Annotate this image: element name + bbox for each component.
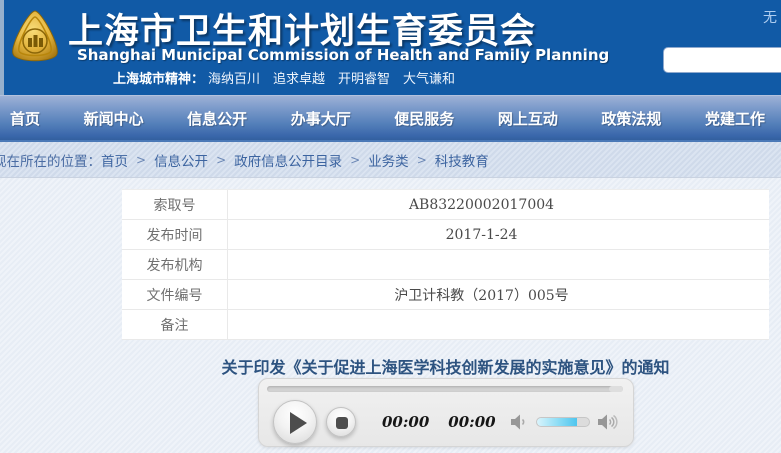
breadcrumb-separator: >: [216, 153, 226, 167]
breadcrumb-link-home[interactable]: 首页: [101, 150, 128, 170]
breadcrumb: 现在所在的位置： 首页 > 信息公开 > 政府信息公开目录 > 业务类 > 科技…: [0, 140, 781, 178]
volume-slider[interactable]: [536, 417, 590, 427]
field-value: 沪卫计科教（2017）005号: [228, 280, 769, 309]
play-button[interactable]: [273, 400, 317, 444]
audio-player: 00:00 00:00: [258, 378, 634, 447]
city-spirit-line: 上海城市精神： 海纳百川 追求卓越 开明睿智 大气谦和: [113, 68, 455, 87]
table-row: 发布时间 2017-1-24: [122, 220, 769, 250]
breadcrumb-link-sci-tech-education[interactable]: 科技教育: [435, 150, 489, 170]
nav-item-service-hall[interactable]: 办事大厅: [291, 108, 351, 129]
field-label: 发布机构: [122, 250, 228, 279]
city-spirit-label: 上海城市精神：: [113, 72, 204, 87]
breadcrumb-label: 现在所在的位置：: [0, 150, 101, 170]
breadcrumb-link-info-disclosure[interactable]: 信息公开: [154, 150, 208, 170]
nav-item-policies-regulations[interactable]: 政策法规: [601, 108, 661, 129]
search-box: [663, 47, 781, 73]
field-label: 备注: [122, 310, 228, 339]
site-header: 上海市卫生和计划生育委员会 Shanghai Municipal Commiss…: [0, 0, 781, 95]
field-label: 发布时间: [122, 220, 228, 249]
table-row: 发布机构: [122, 250, 769, 280]
breadcrumb-separator: >: [417, 153, 427, 167]
table-row: 索取号 AB83220002017004: [122, 190, 769, 220]
nav-item-home[interactable]: 首页: [10, 108, 40, 129]
stop-icon: [336, 417, 348, 429]
field-label: 文件编号: [122, 280, 228, 309]
player-controls: 00:00 00:00: [259, 397, 633, 446]
page-root: 上海市卫生和计划生育委员会 Shanghai Municipal Commiss…: [0, 0, 781, 453]
field-value: [228, 250, 769, 279]
field-value: AB83220002017004: [228, 190, 769, 219]
left-edge-strip: [0, 0, 4, 95]
document-title: 关于印发《关于促进上海医学科技创新发展的实施意见》的通知: [122, 354, 769, 378]
main-nav: 首页 新闻中心 信息公开 办事大厅 便民服务 网上互动 政策法规 党建工作: [0, 95, 781, 140]
breadcrumb-link-gov-info-catalog[interactable]: 政府信息公开目录: [234, 150, 342, 170]
nav-item-party-building[interactable]: 党建工作: [705, 108, 765, 129]
nav-item-convenient-services[interactable]: 便民服务: [394, 108, 454, 129]
org-logo-icon[interactable]: [7, 8, 63, 66]
nav-item-news-center[interactable]: 新闻中心: [84, 108, 144, 129]
nav-item-info-disclosure[interactable]: 信息公开: [187, 108, 247, 129]
field-label: 索取号: [122, 190, 228, 219]
document-info-table: 索取号 AB83220002017004 发布时间 2017-1-24 发布机构…: [122, 189, 769, 340]
field-value: 2017-1-24: [228, 220, 769, 249]
volume-high-icon[interactable]: [597, 414, 619, 430]
volume-controls: [510, 414, 619, 430]
volume-low-icon[interactable]: [510, 414, 529, 430]
play-icon: [290, 412, 307, 434]
time-display: 00:00 00:00: [382, 413, 496, 431]
breadcrumb-link-business-category[interactable]: 业务类: [368, 150, 409, 170]
content-area: 索取号 AB83220002017004 发布时间 2017-1-24 发布机构…: [0, 178, 781, 453]
org-title-en: Shanghai Municipal Commission of Health …: [77, 46, 609, 64]
search-input[interactable]: [664, 48, 781, 72]
seek-bar[interactable]: [267, 386, 623, 392]
volume-fill: [537, 418, 577, 426]
breadcrumb-separator: >: [350, 153, 360, 167]
total-time: 00:00: [448, 413, 495, 431]
stop-button[interactable]: [326, 407, 356, 437]
table-row: 文件编号 沪卫计科教（2017）005号: [122, 280, 769, 310]
city-spirit-text: 海纳百川 追求卓越 开明睿智 大气谦和: [208, 72, 455, 87]
current-time: 00:00: [382, 413, 429, 431]
table-row: 备注: [122, 310, 769, 340]
seek-handle[interactable]: [609, 386, 623, 392]
nav-item-online-interaction[interactable]: 网上互动: [498, 108, 558, 129]
breadcrumb-separator: >: [136, 153, 146, 167]
accessibility-link[interactable]: 无: [763, 7, 777, 27]
field-value: [228, 310, 769, 339]
